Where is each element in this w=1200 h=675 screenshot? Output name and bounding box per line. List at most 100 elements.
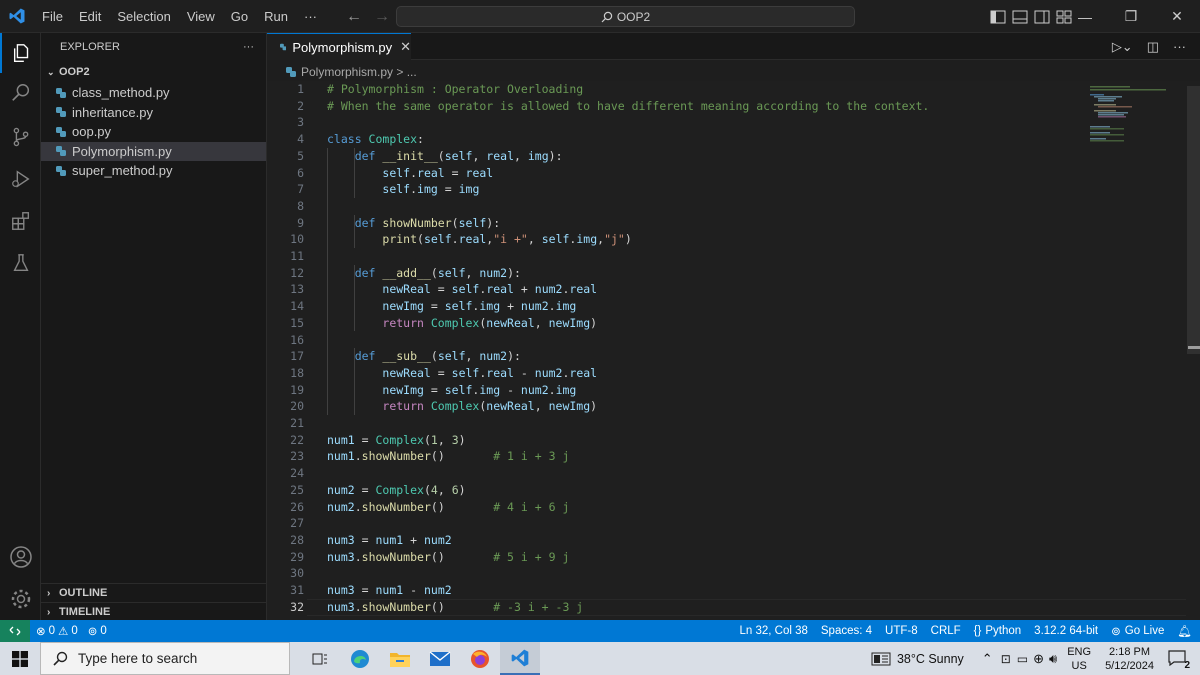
code-token: self — [444, 148, 473, 163]
code-token: , — [514, 148, 528, 163]
code-line: 6 self.real = real — [267, 165, 1187, 182]
windows-start-icon[interactable] — [0, 642, 40, 675]
code-token: num2 — [423, 583, 452, 597]
vscode-taskbar-icon[interactable] — [500, 642, 540, 675]
code-token: # 5 i + 9 j — [493, 549, 570, 564]
code-line: 4 class Complex: — [267, 131, 1187, 148]
go-live-button[interactable]: ⊚ Go Live — [1111, 624, 1164, 638]
toggle-panel-icon[interactable] — [1012, 10, 1028, 24]
breadcrumb[interactable]: Polymorphism.py > ... — [267, 61, 417, 83]
timeline-section[interactable]: › TIMELINE — [41, 602, 267, 621]
close-tab-icon[interactable]: ✕ — [400, 39, 411, 55]
code-token: "i +" — [493, 232, 528, 247]
menu-go[interactable]: Go — [223, 0, 256, 33]
firefox-icon[interactable] — [460, 642, 500, 675]
minimize-icon[interactable]: — — [1062, 0, 1108, 33]
menu-view[interactable]: View — [179, 0, 223, 33]
manage-gear-icon[interactable] — [0, 579, 41, 619]
weather-widget[interactable]: 38°C Sunny — [871, 652, 964, 666]
code-token: self — [382, 165, 411, 180]
code-token: __add__ — [382, 265, 431, 280]
code-line: 9 def showNumber(self): — [267, 215, 1187, 232]
explorer-icon[interactable] — [0, 33, 41, 73]
code-text: print(self.real,"i +", self.img,"j") — [327, 231, 632, 248]
system-tray: 38°C Sunny ⌃ ⊡ ▭ ⊕ 🔊︎ ENG US 2:18 PM 5/1… — [871, 642, 1200, 675]
accounts-icon[interactable] — [0, 537, 41, 577]
language-indicator[interactable]: ENG US — [1067, 645, 1091, 673]
explorer-more-actions[interactable]: ··· — [243, 41, 254, 53]
volume-icon[interactable]: 🔊︎ — [1049, 651, 1057, 667]
file-list: class_method.py inheritance.py oop.py Polym… — [41, 83, 266, 181]
line-number: 7 — [297, 182, 304, 197]
notifications-bell-icon[interactable]: 🔔︎ — [1177, 624, 1192, 638]
menu-edit[interactable]: Edit — [71, 0, 109, 33]
back-arrow-icon[interactable]: ← — [346, 8, 362, 26]
forward-arrow-icon[interactable]: → — [374, 8, 390, 26]
tab-polymorphism[interactable]: Polymorphism.py ✕ — [267, 33, 411, 60]
testing-icon[interactable] — [0, 243, 41, 283]
edge-browser-icon[interactable] — [340, 642, 380, 675]
task-view-icon[interactable] — [300, 642, 340, 675]
code-token: - — [500, 382, 521, 397]
vertical-scrollbar-thumb[interactable] — [1187, 86, 1200, 354]
more-actions-icon[interactable]: ··· — [1173, 39, 1186, 54]
toggle-secondary-sidebar-icon[interactable] — [1034, 10, 1050, 24]
command-center-search[interactable]: OOP2 — [396, 6, 855, 27]
code-text: self.img = img — [327, 181, 479, 198]
code-token: = — [354, 532, 376, 547]
code-token: newImg — [548, 315, 591, 330]
clock-date: 5/12/2024 — [1105, 659, 1154, 672]
network-icon[interactable]: ⊕ — [1033, 651, 1044, 667]
extensions-icon[interactable] — [0, 201, 41, 241]
ports-indicator[interactable]: ⊚ 0 — [88, 624, 107, 638]
file-item[interactable]: super_method.py — [41, 161, 266, 181]
run-python-file-icon[interactable]: ▷⌄ — [1112, 39, 1133, 55]
problems-indicator[interactable]: ⊗ 0 ⚠ 0 — [36, 624, 78, 638]
close-icon[interactable]: ✕ — [1154, 0, 1200, 33]
braces-icon: {} — [973, 625, 982, 637]
remote-indicator-icon[interactable] — [0, 620, 30, 642]
file-item[interactable]: oop.py — [41, 122, 266, 142]
notification-center-icon[interactable]: 2 — [1168, 649, 1190, 671]
split-editor-icon[interactable]: ◫ — [1147, 39, 1159, 55]
minimap[interactable] — [1090, 86, 1170, 146]
timeline-label: TIMELINE — [59, 606, 111, 618]
encoding[interactable]: UTF-8 — [885, 625, 918, 637]
code-line: 16 — [267, 332, 1187, 349]
file-item[interactable]: inheritance.py — [41, 103, 266, 123]
restore-icon[interactable]: ❐ — [1108, 0, 1154, 33]
line-number: 2 — [297, 98, 304, 113]
python-interpreter[interactable]: 3.12.2 64-bit — [1034, 625, 1098, 637]
taskbar-search-box[interactable]: Type here to search — [40, 642, 290, 675]
code-token: def — [354, 265, 383, 280]
cursor-position[interactable]: Ln 32, Col 38 — [739, 625, 807, 637]
code-line: 15 return Complex(newReal, newImg) — [267, 315, 1187, 332]
code-token: num2 — [423, 532, 452, 547]
indentation[interactable]: Spaces: 4 — [821, 625, 872, 637]
folder-oop2[interactable]: ⌄ OOP2 — [41, 61, 266, 83]
end-of-line[interactable]: CRLF — [931, 625, 961, 637]
clock[interactable]: 2:18 PM 5/12/2024 — [1105, 645, 1154, 673]
file-explorer-icon[interactable] — [380, 642, 420, 675]
file-item[interactable]: class_method.py — [41, 83, 266, 103]
toggle-primary-sidebar-icon[interactable] — [990, 10, 1006, 24]
language-mode[interactable]: {} Python — [974, 625, 1022, 637]
menu-selection[interactable]: Selection — [109, 0, 178, 33]
show-hidden-icons-icon[interactable]: ⌃ — [982, 651, 993, 667]
mail-icon[interactable] — [420, 642, 460, 675]
file-item[interactable]: Polymorphism.py — [41, 141, 266, 161]
code-editor[interactable]: 1 # Polymorphism : Operator Overloading 2 #… — [267, 81, 1200, 620]
menu-run[interactable]: Run — [256, 0, 296, 33]
search-icon[interactable] — [0, 73, 41, 113]
source-control-icon[interactable] — [0, 117, 41, 157]
outline-section[interactable]: › OUTLINE — [41, 583, 267, 602]
line-number: 21 — [290, 416, 304, 430]
meet-now-icon[interactable]: ⊡ — [1001, 652, 1011, 666]
battery-icon[interactable]: ▭ — [1017, 652, 1028, 666]
menu-more[interactable]: ··· — [296, 0, 325, 33]
code-token: self — [444, 299, 473, 314]
menu-file[interactable]: File — [34, 0, 71, 33]
code-token: ) — [624, 232, 632, 247]
run-debug-icon[interactable] — [0, 159, 41, 199]
